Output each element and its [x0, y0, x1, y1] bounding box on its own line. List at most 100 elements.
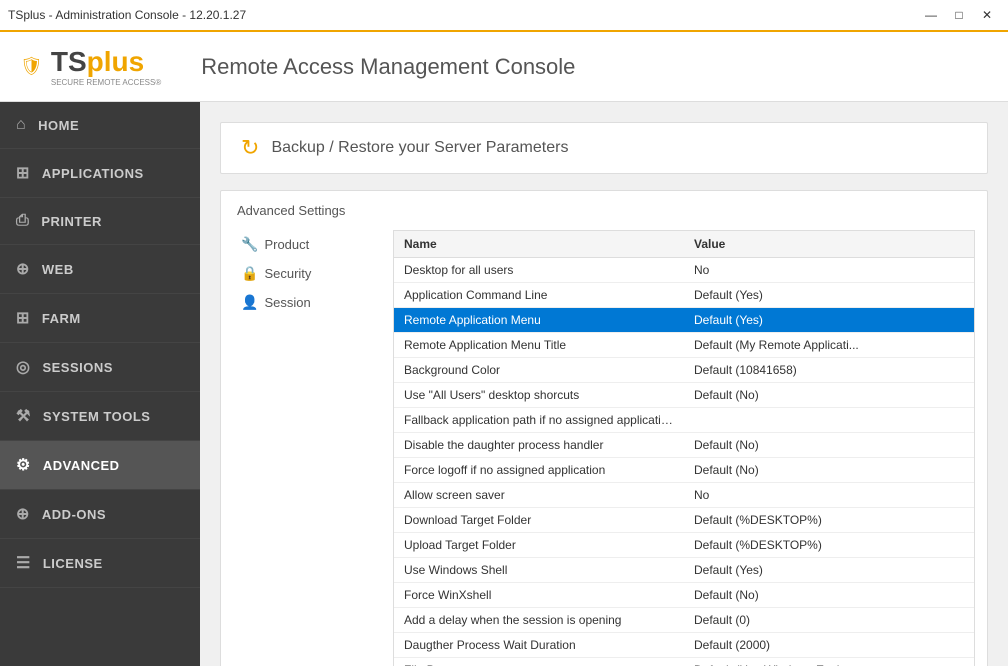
- sidebar: ⌂ HOME⊞ APPLICATIONS⎙ PRINTER⊕ WEB⊞ FARM…: [0, 102, 200, 666]
- main-layout: ⌂ HOME⊞ APPLICATIONS⎙ PRINTER⊕ WEB⊞ FARM…: [0, 102, 1008, 666]
- titlebar-title: TSplus - Administration Console - 12.20.…: [8, 8, 246, 22]
- settings-panel: Advanced Settings 🔧 Product🔒 Security👤 S…: [220, 190, 988, 666]
- table-row[interactable]: Background Color Default (10841658): [394, 358, 974, 383]
- cell-value: Default (Use Windows Explo...: [684, 658, 974, 666]
- cell-value: Default (No): [684, 433, 974, 457]
- nav-item-product[interactable]: 🔧 Product: [233, 230, 393, 259]
- cell-name: Upload Target Folder: [394, 533, 684, 557]
- table-header: Name Value: [394, 231, 974, 258]
- applications-icon: ⊞: [16, 163, 30, 183]
- nav-item-session[interactable]: 👤 Session: [233, 288, 393, 317]
- table-row[interactable]: Desktop for all users No: [394, 258, 974, 283]
- sidebar-item-farm[interactable]: ⊞ FARM: [0, 294, 200, 343]
- table-row[interactable]: Allow screen saver No: [394, 483, 974, 508]
- titlebar-controls: — □ ✕: [918, 5, 1000, 25]
- sidebar-item-add-ons[interactable]: ⊕ ADD-ONS: [0, 490, 200, 539]
- cell-name: Allow screen saver: [394, 483, 684, 507]
- home-icon: ⌂: [16, 116, 26, 134]
- cell-value: No: [684, 258, 974, 282]
- table-body: Desktop for all users NoApplication Comm…: [394, 258, 974, 666]
- cell-value: Default (%DESKTOP%): [684, 508, 974, 532]
- sidebar-item-printer[interactable]: ⎙ PRINTER: [0, 198, 200, 245]
- cell-name: Application Command Line: [394, 283, 684, 307]
- cell-value: No: [684, 483, 974, 507]
- nav-label-product: Product: [264, 237, 309, 252]
- sidebar-item-advanced[interactable]: ⚙ ADVANCED: [0, 441, 200, 490]
- sidebar-label-web: WEB: [42, 262, 74, 277]
- farm-icon: ⊞: [16, 308, 30, 328]
- page-header-title: Backup / Restore your Server Parameters: [271, 139, 568, 157]
- table-row[interactable]: Upload Target Folder Default (%DESKTOP%): [394, 533, 974, 558]
- table-row[interactable]: Force WinXshell Default (No): [394, 583, 974, 608]
- cell-value: Default (No): [684, 583, 974, 607]
- maximize-button[interactable]: □: [946, 5, 972, 25]
- table-row[interactable]: Use Windows Shell Default (Yes): [394, 558, 974, 583]
- sidebar-item-web[interactable]: ⊕ WEB: [0, 245, 200, 294]
- cell-name: Disable the daughter process handler: [394, 433, 684, 457]
- sidebar-item-system-tools[interactable]: ⚒ SYSTEM TOOLS: [0, 392, 200, 441]
- backup-icon: ↻: [241, 135, 259, 161]
- sidebar-label-sessions: SESSIONS: [42, 360, 112, 375]
- logo-text: TSplus SECURE REMOTE ACCESS®: [51, 46, 161, 87]
- cell-value: Default (Yes): [684, 558, 974, 582]
- license-icon: ☰: [16, 553, 31, 573]
- web-icon: ⊕: [16, 259, 30, 279]
- sidebar-label-license: LICENSE: [43, 556, 103, 571]
- table-row[interactable]: Remote Application Menu Title Default (M…: [394, 333, 974, 358]
- sidebar-item-applications[interactable]: ⊞ APPLICATIONS: [0, 149, 200, 198]
- cell-value: Default (2000): [684, 633, 974, 657]
- cell-name: Remote Application Menu: [394, 308, 684, 332]
- security-nav-icon: 🔒: [241, 265, 258, 282]
- logo-plus: plus: [87, 46, 145, 77]
- table-row[interactable]: Application Command Line Default (Yes): [394, 283, 974, 308]
- cell-name: Use "All Users" desktop shorcuts: [394, 383, 684, 407]
- nav-label-session: Session: [264, 295, 310, 310]
- cell-value: [684, 408, 974, 432]
- cell-name: Force logoff if no assigned application: [394, 458, 684, 482]
- minimize-button[interactable]: —: [918, 5, 944, 25]
- cell-name: Daugther Process Wait Duration: [394, 633, 684, 657]
- sidebar-item-sessions[interactable]: ◎ SESSIONS: [0, 343, 200, 392]
- page-header: ↻ Backup / Restore your Server Parameter…: [220, 122, 988, 174]
- sidebar-label-home: HOME: [38, 118, 79, 133]
- cell-value: Default (My Remote Applicati...: [684, 333, 974, 357]
- table-row[interactable]: Daugther Process Wait Duration Default (…: [394, 633, 974, 658]
- logo-shield-icon: 🛡: [20, 56, 43, 77]
- sidebar-label-advanced: ADVANCED: [43, 458, 120, 473]
- settings-layout: 🔧 Product🔒 Security👤 Session Name Value …: [233, 230, 975, 666]
- col-name-header: Name: [394, 231, 684, 257]
- logo-ts: TS: [51, 46, 87, 77]
- content-area: ↻ Backup / Restore your Server Parameter…: [200, 102, 1008, 666]
- close-button[interactable]: ✕: [974, 5, 1000, 25]
- table-row[interactable]: Remote Application Menu Default (Yes): [394, 308, 974, 333]
- sidebar-label-applications: APPLICATIONS: [42, 166, 144, 181]
- nav-item-security[interactable]: 🔒 Security: [233, 259, 393, 288]
- col-value-header: Value: [684, 231, 974, 257]
- sidebar-label-add-ons: ADD-ONS: [42, 507, 106, 522]
- sidebar-item-home[interactable]: ⌂ HOME: [0, 102, 200, 149]
- add-ons-icon: ⊕: [16, 504, 30, 524]
- cell-value: Default (10841658): [684, 358, 974, 382]
- titlebar: TSplus - Administration Console - 12.20.…: [0, 0, 1008, 32]
- table-row[interactable]: Add a delay when the session is opening …: [394, 608, 974, 633]
- table-row[interactable]: Force logoff if no assigned application …: [394, 458, 974, 483]
- header: 🛡 TSplus SECURE REMOTE ACCESS® Remote Ac…: [0, 32, 1008, 102]
- table-row[interactable]: File Browser Default (Use Windows Explo.…: [394, 658, 974, 666]
- sidebar-item-license[interactable]: ☰ LICENSE: [0, 539, 200, 588]
- cell-name: Remote Application Menu Title: [394, 333, 684, 357]
- printer-icon: ⎙: [16, 212, 29, 230]
- sidebar-label-printer: PRINTER: [41, 214, 102, 229]
- cell-name: Use Windows Shell: [394, 558, 684, 582]
- settings-table: Name Value Desktop for all users NoAppli…: [393, 230, 975, 666]
- table-row[interactable]: Use "All Users" desktop shorcuts Default…: [394, 383, 974, 408]
- cell-value: Default (No): [684, 383, 974, 407]
- sidebar-label-system-tools: SYSTEM TOOLS: [43, 409, 151, 424]
- cell-value: Default (Yes): [684, 283, 974, 307]
- table-row[interactable]: Download Target Folder Default (%DESKTOP…: [394, 508, 974, 533]
- table-row[interactable]: Disable the daughter process handler Def…: [394, 433, 974, 458]
- logo: 🛡 TSplus SECURE REMOTE ACCESS®: [20, 46, 161, 87]
- cell-name: Download Target Folder: [394, 508, 684, 532]
- table-row[interactable]: Fallback application path if no assigned…: [394, 408, 974, 433]
- cell-value: Default (%DESKTOP%): [684, 533, 974, 557]
- sidebar-label-farm: FARM: [42, 311, 81, 326]
